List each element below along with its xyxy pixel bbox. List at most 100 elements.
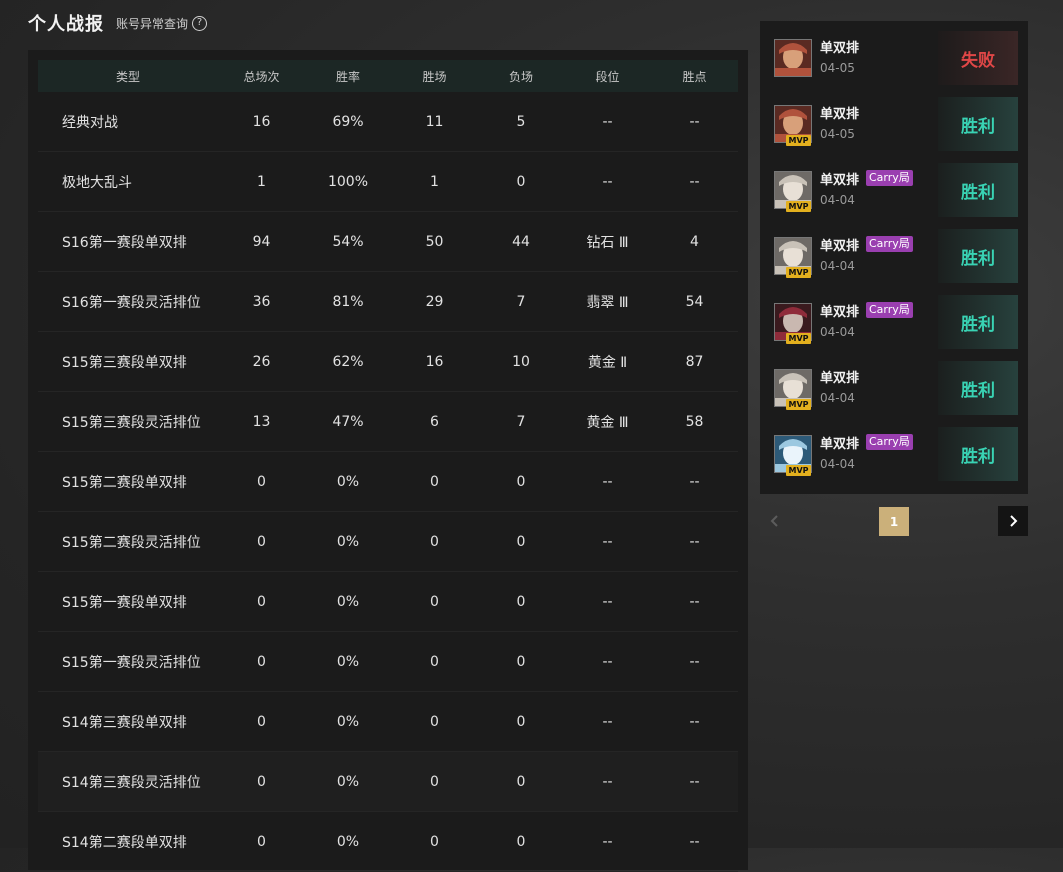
match-item[interactable]: MVP 单双排 Carry局 04-04 胜利 xyxy=(772,229,1018,283)
match-date: 04-04 xyxy=(820,457,855,471)
match-item[interactable]: 单双排 04-05 失败 xyxy=(772,31,1018,85)
table-cell: 69% xyxy=(305,92,391,152)
table-cell: 36 xyxy=(218,271,305,332)
table-row: S15第二赛段单双排 0 0% 0 0 -- -- xyxy=(38,451,738,512)
result-win-badge: 胜利 xyxy=(938,427,1018,481)
help-icon[interactable]: ? xyxy=(192,15,208,31)
mvp-badge: MVP xyxy=(786,267,811,278)
row-type-label: 经典对战 xyxy=(38,92,218,152)
match-item[interactable]: MVP 单双排 Carry局 04-04 胜利 xyxy=(772,295,1018,349)
table-row: S16第一赛段单双排 94 54% 50 44 钻石 Ⅲ4 xyxy=(38,211,738,272)
table-cell: 0 xyxy=(391,691,478,752)
table-cell: 5 xyxy=(478,92,564,152)
row-type-label: S15第二赛段单双排 xyxy=(38,451,218,512)
table-cell: 1 xyxy=(391,151,478,212)
table-cell: -- xyxy=(651,451,738,512)
table-row: S16第一赛段灵活排位 36 81% 29 7 翡翠 Ⅲ 54 xyxy=(38,271,738,332)
table-cell: -- xyxy=(564,631,651,692)
result-win-badge: 胜利 xyxy=(938,163,1018,217)
result-win-badge: 胜利 xyxy=(938,361,1018,415)
match-mode: 单双排 xyxy=(820,305,860,320)
table-row: 极地大乱斗 1 100% 1 0 -- -- xyxy=(38,151,738,212)
account-anomaly-link[interactable]: 账号异常查询 ? xyxy=(116,15,208,32)
table-cell: -- xyxy=(564,811,651,872)
table-cell: 0% xyxy=(305,451,391,512)
table-cell: -- xyxy=(651,511,738,572)
column-header: 胜率 xyxy=(305,60,391,92)
table-cell: 0% xyxy=(305,511,391,572)
result-win-badge: 胜利 xyxy=(938,229,1018,283)
table-cell: 0 xyxy=(478,451,564,512)
result-win-badge: 胜利 xyxy=(938,97,1018,151)
match-mode: 单双排 xyxy=(820,173,860,188)
table-cell: 0% xyxy=(305,691,391,752)
table-cell: 钻石 Ⅲ xyxy=(564,211,651,272)
page-title: 个人战报 xyxy=(28,14,104,35)
table-cell: 87 xyxy=(651,331,738,392)
pagination-page-current[interactable]: 1 xyxy=(879,507,909,536)
table-row: S14第三赛段单双排 0 0% 0 0 -- -- xyxy=(38,691,738,752)
match-mode: 单双排 xyxy=(820,239,860,254)
mvp-badge: MVP xyxy=(786,333,811,344)
table-cell: 0 xyxy=(391,451,478,512)
table-cell: 0 xyxy=(391,751,478,812)
table-cell: -- xyxy=(564,751,651,812)
table-cell: -- xyxy=(651,751,738,812)
pagination-prev-button[interactable] xyxy=(760,506,790,536)
table-cell: 0 xyxy=(218,451,305,512)
match-mode: 单双排 xyxy=(820,41,860,56)
carry-badge: Carry局 xyxy=(866,170,913,186)
table-cell: 7 xyxy=(478,391,564,452)
table-cell: 0 xyxy=(218,511,305,572)
carry-badge: Carry局 xyxy=(866,434,913,450)
table-cell: 0 xyxy=(478,811,564,872)
match-item[interactable]: MVP 单双排 04-05 胜利 xyxy=(772,97,1018,151)
result-win-badge: 胜利 xyxy=(938,295,1018,349)
table-cell: 0% xyxy=(305,811,391,872)
row-type-label: S14第三赛段灵活排位 xyxy=(38,751,218,812)
table-cell: 0 xyxy=(218,571,305,632)
table-cell: 0 xyxy=(218,751,305,812)
row-type-label: S16第一赛段单双排 xyxy=(38,211,218,272)
table-cell: 94 xyxy=(218,211,305,272)
match-date: 04-04 xyxy=(820,193,855,207)
match-item[interactable]: MVP 单双排 04-04 胜利 xyxy=(772,361,1018,415)
table-cell: 58 xyxy=(651,391,738,452)
table-cell: 0 xyxy=(478,511,564,572)
table-cell: -- xyxy=(564,451,651,512)
table-cell: 62% xyxy=(305,331,391,392)
table-cell: 0 xyxy=(391,811,478,872)
mvp-badge: MVP xyxy=(786,135,811,146)
table-cell: 黄金 Ⅲ xyxy=(564,391,651,452)
table-cell: 0 xyxy=(478,571,564,632)
table-cell: 0 xyxy=(218,631,305,692)
table-cell: -- xyxy=(651,92,738,152)
table-cell: 0 xyxy=(391,511,478,572)
table-cell: 81% xyxy=(305,271,391,332)
table-cell: 44 xyxy=(478,211,564,272)
match-item[interactable]: MVP 单双排 Carry局 04-04 胜利 xyxy=(772,427,1018,481)
table-cell: -- xyxy=(564,691,651,752)
match-date: 04-04 xyxy=(820,391,855,405)
table-cell: 0% xyxy=(305,571,391,632)
match-item[interactable]: MVP 单双排 Carry局 04-04 胜利 xyxy=(772,163,1018,217)
table-row: S14第二赛段单双排 0 0% 0 0 -- -- xyxy=(38,811,738,872)
table-row: S15第三赛段单双排 26 62% 16 10 黄金 Ⅱ 87 xyxy=(38,331,738,392)
table-cell: 47% xyxy=(305,391,391,452)
match-mode: 单双排 xyxy=(820,437,860,452)
column-header: 胜点 xyxy=(651,60,738,92)
table-row: S14第三赛段灵活排位 0 0% 0 0 -- -- xyxy=(38,751,738,812)
result-lose-badge: 失败 xyxy=(938,31,1018,85)
match-date: 04-04 xyxy=(820,259,855,273)
row-type-label: S15第三赛段灵活排位 xyxy=(38,391,218,452)
column-header: 负场 xyxy=(478,60,564,92)
table-cell: 0 xyxy=(391,631,478,692)
table-cell: 0 xyxy=(478,751,564,812)
match-history-panel: 单双排 04-05 失败 MVP 单双排 04-05 胜利 MVP 单双排 Carry局 04-04… xyxy=(760,21,1028,494)
table-cell: -- xyxy=(564,92,651,152)
table-cell: 0% xyxy=(305,631,391,692)
pagination-next-button[interactable] xyxy=(998,506,1028,536)
table-cell: -- xyxy=(651,811,738,872)
table-body: 经典对战 16 69% 11 5 -- -- 极地大乱斗 1 100% 1 0 -- -- S16第一赛段单… xyxy=(38,92,738,872)
table-cell: -- xyxy=(564,511,651,572)
